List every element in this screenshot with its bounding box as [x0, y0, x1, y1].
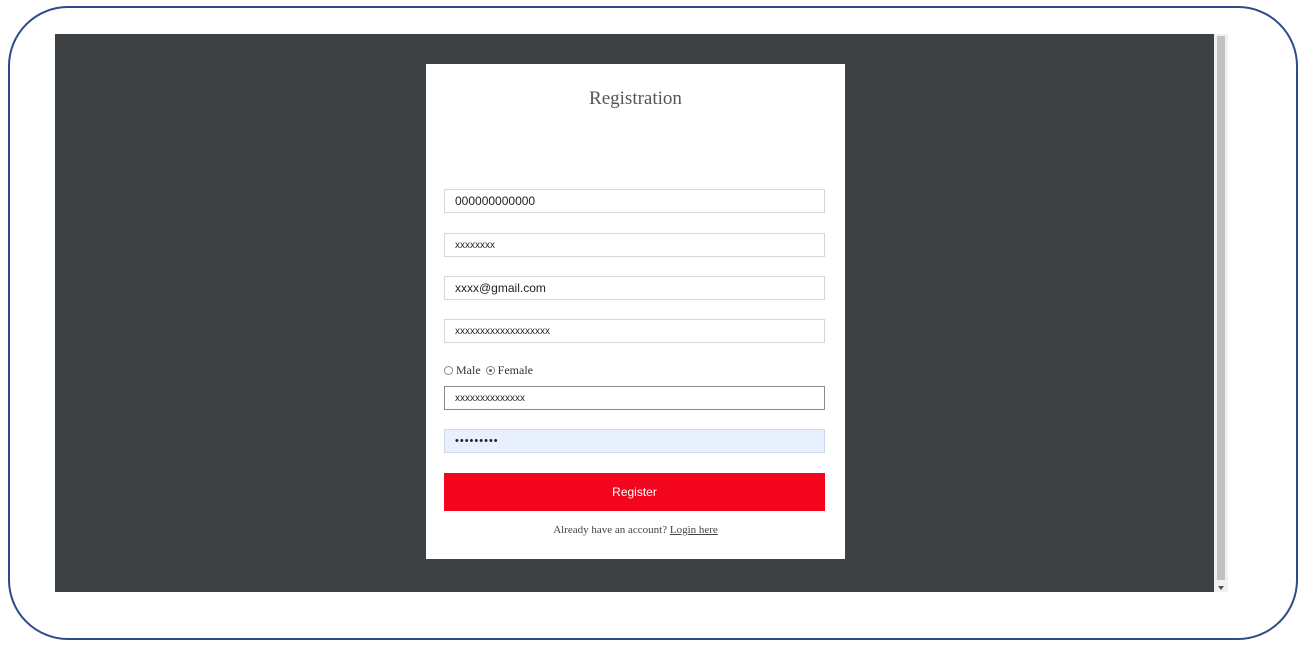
registration-card: Registration Male Female Register Alread…	[426, 64, 845, 559]
scroll-down-arrow-icon[interactable]	[1218, 586, 1224, 590]
male-radio[interactable]	[444, 366, 453, 375]
username-field[interactable]	[444, 386, 825, 410]
password-field[interactable]	[444, 429, 825, 453]
vertical-scrollbar[interactable]	[1214, 34, 1228, 592]
female-label[interactable]: Female	[498, 363, 533, 378]
phone-field[interactable]	[444, 189, 825, 213]
male-label[interactable]: Male	[456, 363, 481, 378]
scrollbar-thumb[interactable]	[1217, 36, 1225, 580]
page-title: Registration	[589, 88, 682, 109]
register-button[interactable]: Register	[444, 473, 825, 511]
female-radio[interactable]	[485, 366, 495, 375]
gender-radio-group: Male Female	[444, 363, 538, 378]
name-field[interactable]	[444, 233, 825, 257]
login-prompt-text: Already have an account?	[553, 524, 668, 536]
email-field[interactable]	[444, 276, 825, 300]
login-prompt: Already have an account? Login here	[426, 524, 845, 536]
login-link[interactable]: Login here	[670, 524, 718, 536]
address-field[interactable]	[444, 319, 825, 343]
